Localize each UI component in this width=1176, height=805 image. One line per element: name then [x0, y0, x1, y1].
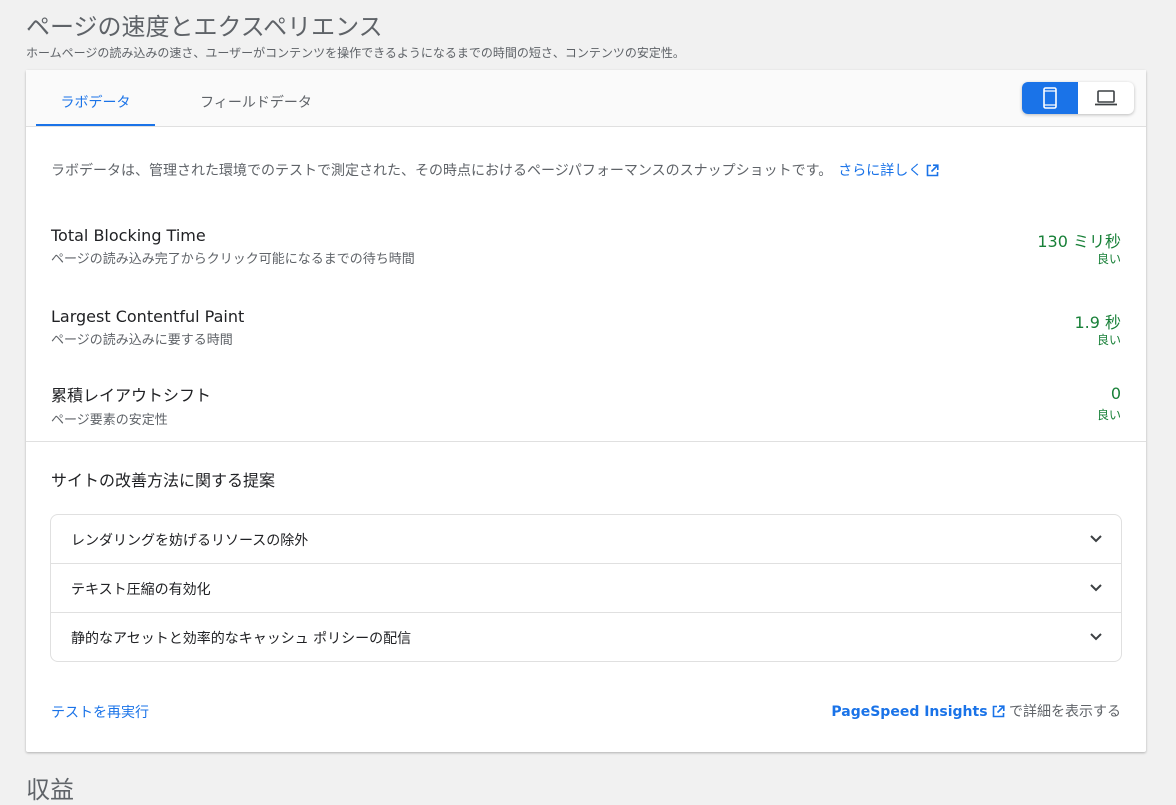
intro-text-row: ラボデータは、管理された環境でのテストで測定された、その時点におけるページパフォ…	[51, 160, 939, 180]
suggestion-item[interactable]: 静的なアセットと効率的なキャッシュ ポリシーの配信	[51, 613, 1121, 661]
suggestion-label: 静的なアセットと効率的なキャッシュ ポリシーの配信	[71, 631, 412, 647]
metric-value: 130 ミリ秒	[1037, 232, 1121, 251]
page-title: ページの速度とエクスペリエンス	[26, 13, 383, 41]
metric-largest-contentful-paint: Largest Contentful Paint ページの読み込みに要する時間 …	[51, 307, 1121, 348]
metric-name: Total Blocking Time	[51, 226, 206, 245]
metric-rating: 良い	[1096, 408, 1121, 422]
chevron-down-icon	[1090, 584, 1102, 592]
next-section-title: 収益	[26, 776, 74, 804]
suggestions-accordion: レンダリングを妨げるリソースの除外 テキスト圧縮の有効化 静的なアセットと効率的…	[50, 514, 1122, 662]
pagespeed-insights-link[interactable]: PageSpeed Insights	[831, 704, 1005, 720]
learn-more-label: さらに詳しく	[838, 163, 923, 179]
external-link-icon	[926, 164, 939, 177]
suggestion-item[interactable]: レンダリングを妨げるリソースの除外	[51, 515, 1121, 564]
suggestion-item[interactable]: テキスト圧縮の有効化	[51, 564, 1121, 613]
laptop-icon	[1095, 90, 1117, 106]
psi-suffix: で詳細を表示する	[1009, 704, 1121, 720]
metric-value: 0	[1110, 384, 1121, 403]
suggestion-label: テキスト圧縮の有効化	[71, 582, 211, 598]
page-subtitle: ホームページの読み込みの速さ、ユーザーがコンテンツを操作できるようになるまでの時…	[26, 46, 685, 60]
metric-name: 累積レイアウトシフト	[51, 386, 212, 405]
suggestion-label: レンダリングを妨げるリソースの除外	[71, 533, 309, 549]
metric-value: 1.9 秒	[1074, 313, 1121, 332]
tab-bar: ラボデータ フィールドデータ	[26, 70, 1146, 127]
suggestions-title: サイトの改善方法に関する提案	[51, 471, 276, 490]
device-toggle	[1022, 82, 1134, 114]
chevron-down-icon	[1090, 535, 1102, 543]
page-header: ページの速度とエクスペリエンス ホームページの読み込みの速さ、ユーザーがコンテン…	[26, 12, 685, 61]
metric-description: ページの読み込みに要する時間	[51, 333, 233, 348]
tab-lab-data[interactable]: ラボデータ	[36, 70, 155, 126]
mobile-button[interactable]	[1022, 82, 1078, 114]
desktop-button[interactable]	[1078, 82, 1134, 114]
mobile-icon	[1043, 87, 1057, 109]
metric-description: ページ要素の安定性	[51, 413, 168, 428]
external-link-icon	[992, 705, 1005, 718]
metric-rating: 良い	[1096, 333, 1121, 347]
chevron-down-icon	[1090, 633, 1102, 641]
metric-name: Largest Contentful Paint	[51, 307, 245, 326]
lab-data-card: ラボデータ フィールドデータ ラボデータは、管理された環境でのテストで測定された…	[26, 70, 1146, 752]
learn-more-link[interactable]: さらに詳しく	[838, 163, 939, 179]
psi-details-row: PageSpeed Insights で詳細を表示する	[831, 701, 1121, 721]
rerun-test-button[interactable]: テストを再実行	[51, 702, 149, 722]
section-divider	[26, 441, 1146, 442]
metric-rating: 良い	[1096, 252, 1121, 266]
psi-link-label: PageSpeed Insights	[831, 704, 988, 720]
metric-cumulative-layout-shift: 累積レイアウトシフト ページ要素の安定性 0 良い	[51, 382, 1121, 428]
metric-total-blocking-time: Total Blocking Time ページの読み込み完了からクリック可能にな…	[51, 226, 1121, 267]
intro-text: ラボデータは、管理された環境でのテストで測定された、その時点におけるページパフォ…	[51, 163, 833, 179]
metric-description: ページの読み込み完了からクリック可能になるまでの待ち時間	[51, 252, 415, 267]
tab-field-data[interactable]: フィールドデータ	[176, 70, 336, 126]
